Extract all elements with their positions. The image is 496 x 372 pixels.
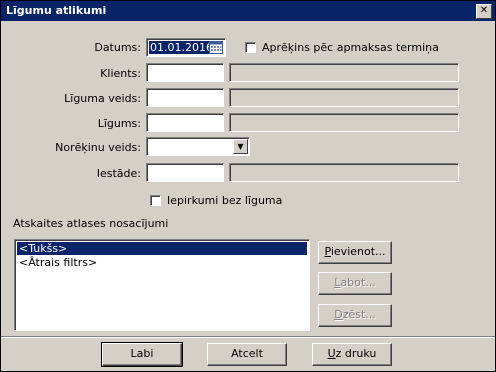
liguma-veids-input[interactable] bbox=[146, 88, 224, 107]
filters-section-label: Atskaites atlases nosacījumi bbox=[13, 217, 169, 230]
close-icon: ✕ bbox=[479, 5, 489, 16]
norekinu-veids-combo[interactable]: ▼ bbox=[146, 137, 250, 156]
ok-button[interactable]: Labi bbox=[101, 342, 183, 367]
chevron-down-icon[interactable]: ▼ bbox=[233, 139, 248, 154]
title-bar: Līgumu atlikumi ✕ bbox=[1, 1, 495, 21]
calendar-icon[interactable] bbox=[209, 41, 223, 54]
list-item[interactable]: <Tukšs> bbox=[17, 242, 307, 255]
ligums-name-field bbox=[229, 113, 459, 132]
close-button[interactable]: ✕ bbox=[476, 4, 492, 19]
dialog-window: Līgumu atlikumi ✕ Datums: 01.01.2016 Apr… bbox=[0, 0, 496, 372]
window-title: Līgumu atlikumi bbox=[6, 4, 107, 17]
klients-name-field bbox=[229, 63, 459, 82]
iestade-label: Iestāde: bbox=[96, 167, 141, 180]
liguma-veids-label: Līguma veids: bbox=[64, 92, 141, 105]
ligums-label: Līgums: bbox=[97, 117, 141, 130]
delete-filter-button[interactable]: Dzēst... bbox=[318, 304, 392, 327]
iestade-name-field bbox=[229, 163, 459, 182]
liguma-veids-name-field bbox=[229, 88, 459, 107]
print-button[interactable]: Uz druku bbox=[312, 343, 392, 366]
datums-label: Datums: bbox=[94, 41, 141, 54]
klients-input[interactable] bbox=[146, 63, 224, 82]
aprekins-label: Aprēķins pēc apmaksas termiņa bbox=[262, 41, 439, 54]
datums-field[interactable]: 01.01.2016 bbox=[146, 38, 226, 57]
ligums-input[interactable] bbox=[146, 113, 224, 132]
datums-value: 01.01.2016 bbox=[149, 41, 214, 54]
add-filter-button[interactable]: Pievienot... bbox=[318, 241, 392, 264]
cancel-button[interactable]: Atcelt bbox=[207, 343, 287, 366]
iestade-input[interactable] bbox=[146, 163, 224, 182]
klients-label: Klients: bbox=[100, 67, 141, 80]
separator bbox=[1, 336, 495, 338]
norekinu-veids-label: Norēķinu veids: bbox=[55, 141, 141, 154]
filters-listbox[interactable]: <Tukšs> <Ātrais filtrs> bbox=[14, 239, 310, 331]
iepirkumi-label: Iepirkumi bez līguma bbox=[167, 194, 283, 207]
iepirkumi-checkbox[interactable] bbox=[150, 195, 161, 206]
list-item[interactable]: <Ātrais filtrs> bbox=[17, 256, 307, 269]
aprekins-checkbox[interactable] bbox=[245, 42, 256, 53]
edit-filter-button[interactable]: Labot... bbox=[318, 272, 392, 295]
